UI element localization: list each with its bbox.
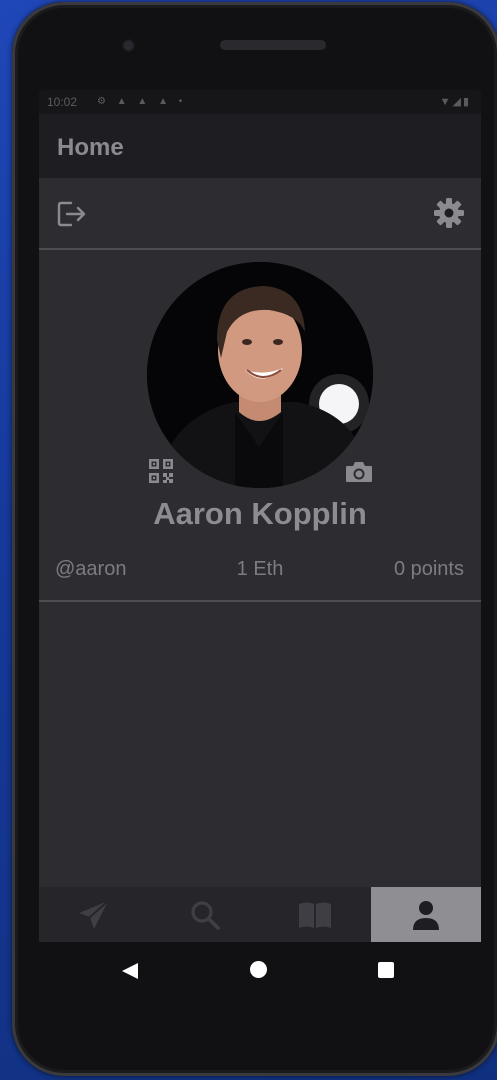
points-value: 0 points <box>393 558 464 580</box>
system-navigation-bar <box>39 942 481 998</box>
username-handle: @aaron <box>55 558 127 580</box>
logout-icon[interactable] <box>57 200 87 228</box>
nav-tab-profile[interactable] <box>370 887 481 942</box>
nav-tab-library[interactable] <box>260 887 371 942</box>
avatar[interactable] <box>147 262 373 488</box>
profile-name: Aaron Kopplin <box>153 496 367 531</box>
earpiece-speaker <box>220 40 326 50</box>
bottom-navigation <box>39 887 481 942</box>
profile-toolbar <box>39 178 481 250</box>
app-screen: 10:02 ⚙ ▲ ▲ ▲ • ▼◢▮ Home Aaron Kopplin 1… <box>39 90 481 942</box>
app-bar: Home <box>39 114 481 178</box>
front-camera <box>122 39 135 52</box>
nav-tab-search[interactable] <box>150 887 261 942</box>
signal-battery-icons: ▼◢▮ <box>439 96 471 108</box>
search-icon <box>191 900 220 930</box>
profile-stats: 1 Eth @aaron 0 points <box>39 558 481 588</box>
send-icon <box>79 899 109 929</box>
recents-icon[interactable] <box>378 962 394 978</box>
page-title: Home <box>57 134 124 161</box>
back-icon[interactable] <box>121 962 139 980</box>
person-icon <box>412 900 439 930</box>
gear-icon[interactable] <box>433 197 465 229</box>
section-divider <box>39 600 481 602</box>
nav-tab-send[interactable] <box>39 887 150 942</box>
qr-code-icon[interactable] <box>148 458 174 484</box>
status-time: 10:02 <box>47 95 78 109</box>
book-icon <box>299 902 332 928</box>
notification-icons: ⚙ ▲ ▲ ▲ • <box>97 96 187 107</box>
status-bar: 10:02 ⚙ ▲ ▲ ▲ • ▼◢▮ <box>39 90 481 114</box>
home-icon[interactable] <box>250 961 267 978</box>
camera-icon[interactable] <box>345 461 373 483</box>
